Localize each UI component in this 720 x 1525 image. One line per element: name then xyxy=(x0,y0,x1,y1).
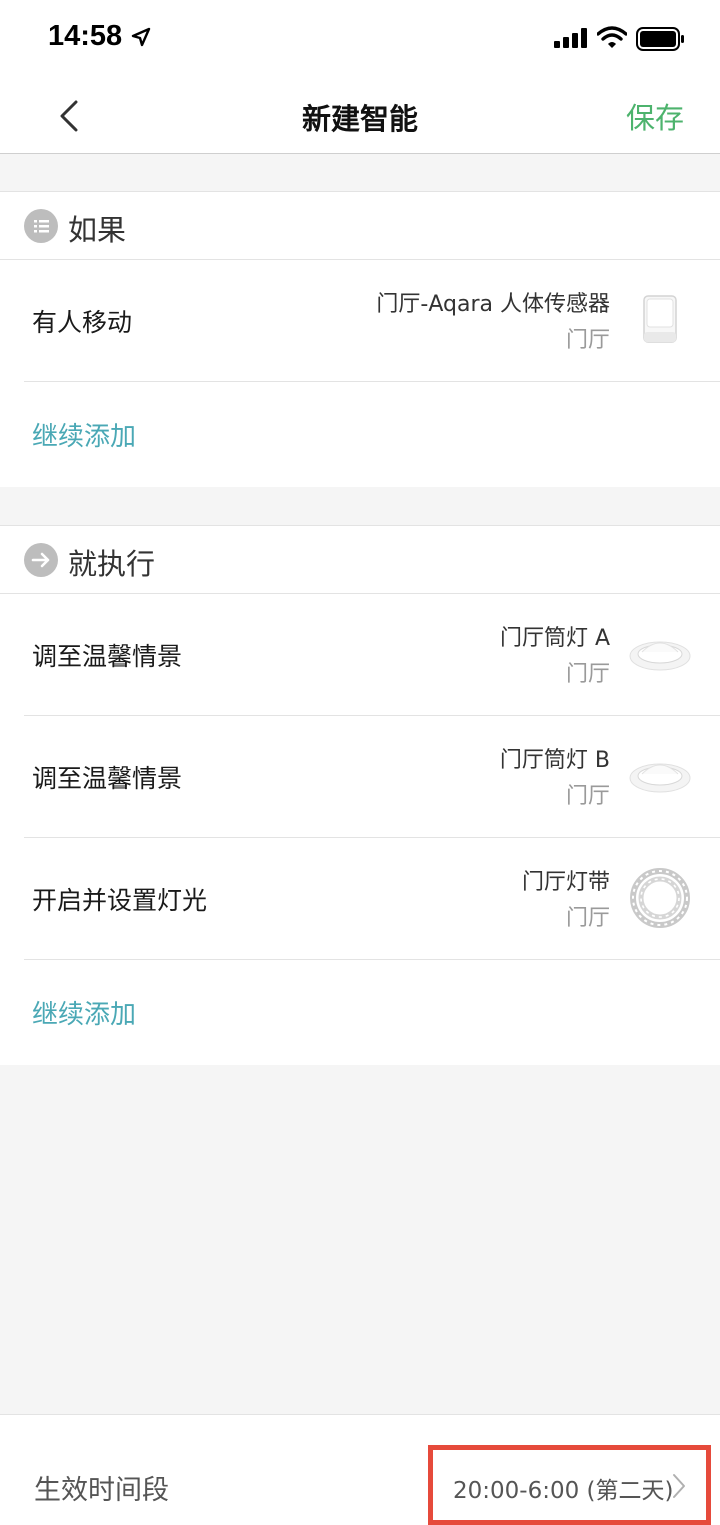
page-title: 新建智能 xyxy=(301,102,418,136)
downlight-icon xyxy=(629,641,691,671)
device-name: 门厅-Aqara 人体传感器 xyxy=(376,292,610,317)
battery-icon xyxy=(636,27,684,51)
then-section: 就执行 调至温馨情景 门厅筒灯 A 门厅 调至温馨情景 门厅筒灯 B 门厅 开启… xyxy=(0,525,720,1065)
add-action-label: 继续添加 xyxy=(32,1000,137,1030)
if-section-label: 如果 xyxy=(68,213,127,247)
then-section-label: 就执行 xyxy=(68,547,156,581)
downlight-icon xyxy=(629,763,691,793)
action-label: 开启并设置灯光 xyxy=(32,886,208,915)
device-room: 门厅 xyxy=(565,662,610,687)
effective-period-label: 生效时间段 xyxy=(34,1475,169,1506)
add-condition-button[interactable]: 继续添加 xyxy=(24,382,720,486)
nav-bar: 新建智能 保存 xyxy=(0,78,720,154)
chevron-right-icon xyxy=(673,1474,685,1498)
location-arrow-icon xyxy=(131,27,151,47)
status-time: 14:58 xyxy=(48,20,123,52)
add-condition-label: 继续添加 xyxy=(32,422,137,452)
effective-period-row[interactable]: 生效时间段 20:00-6:00 (第二天) xyxy=(0,1414,720,1525)
list-icon xyxy=(24,209,58,243)
effective-period-value: 20:00-6:00 (第二天) xyxy=(453,1478,674,1504)
action-row[interactable]: 调至温馨情景 门厅筒灯 A 门厅 xyxy=(24,594,720,716)
if-section: 如果 有人移动 门厅-Aqara 人体传感器 门厅 继续添加 xyxy=(0,191,720,487)
action-row[interactable]: 调至温馨情景 门厅筒灯 B 门厅 xyxy=(24,716,720,838)
status-bar: 14:58 xyxy=(0,0,720,78)
action-row[interactable]: 开启并设置灯光 门厅灯带 门厅 xyxy=(24,838,720,960)
condition-action: 有人移动 xyxy=(32,308,133,337)
effective-period-value-highlight[interactable]: 20:00-6:00 (第二天) xyxy=(428,1445,711,1525)
if-section-header: 如果 xyxy=(0,192,720,260)
wifi-icon xyxy=(597,26,627,48)
device-name: 门厅灯带 xyxy=(521,870,610,895)
device-room: 门厅 xyxy=(565,784,610,809)
action-label: 调至温馨情景 xyxy=(32,642,183,671)
action-label: 调至温馨情景 xyxy=(32,764,183,793)
device-name: 门厅筒灯 A xyxy=(499,626,610,651)
signal-icon xyxy=(554,28,587,48)
device-room: 门厅 xyxy=(565,906,610,931)
save-button[interactable]: 保存 xyxy=(626,95,684,137)
device-room: 门厅 xyxy=(565,328,610,353)
motion-sensor-icon xyxy=(643,295,677,343)
arrow-right-icon xyxy=(24,543,58,577)
condition-row[interactable]: 有人移动 门厅-Aqara 人体传感器 门厅 xyxy=(24,260,720,382)
light-strip-icon xyxy=(630,868,690,928)
then-section-header: 就执行 xyxy=(0,526,720,594)
add-action-button[interactable]: 继续添加 xyxy=(24,960,720,1064)
device-name: 门厅筒灯 B xyxy=(499,748,610,773)
